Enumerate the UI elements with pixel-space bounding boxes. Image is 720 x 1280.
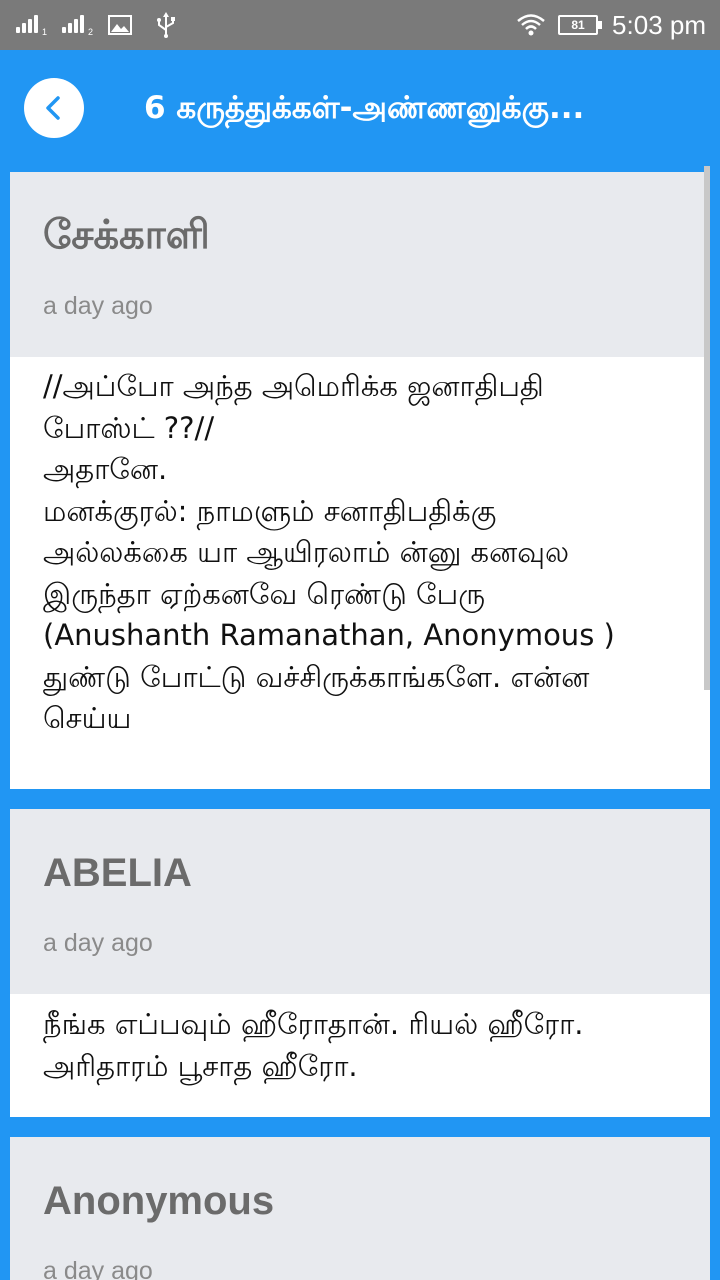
comment-card: Anonymous a day ago xyxy=(10,1137,710,1280)
signal-sim-label: 2 xyxy=(88,27,94,37)
comment-author: ABELIA xyxy=(43,851,192,895)
comment-card: சேக்காளி a day ago //அப்போ அந்த அமெரிக்க… xyxy=(10,172,710,789)
comment-time: a day ago xyxy=(43,929,153,957)
comments-list[interactable]: சேக்காளி a day ago //அப்போ அந்த அமெரிக்க… xyxy=(0,162,720,1280)
comment-header: சேக்காளி a day ago xyxy=(10,172,710,357)
scrollbar[interactable] xyxy=(704,166,710,690)
status-right: 81 5:03 pm xyxy=(516,8,706,42)
status-time: 5:03 pm xyxy=(612,9,706,40)
comment-author: சேக்காளி xyxy=(43,212,210,258)
comment-time: a day ago xyxy=(43,1257,153,1280)
signal-sim-label: 1 xyxy=(42,27,48,37)
wifi-icon xyxy=(517,14,545,36)
comment-text: //அப்போ அந்த அமெரிக்க ஜனாதிபதி போஸ்ட் ??… xyxy=(43,369,615,735)
status-bar: 1 2 81 5:03 pm xyxy=(0,0,720,50)
comment-header: ABELIA a day ago xyxy=(10,809,710,994)
gallery-icon xyxy=(108,15,132,35)
comment-text: நீங்க எப்பவும் ஹீரோதான். ரியல் ஹீரோ. அரி… xyxy=(43,1007,584,1083)
usb-icon xyxy=(157,12,175,38)
comment-header: Anonymous a day ago xyxy=(10,1137,710,1280)
page-title: 6 கருத்துக்கள்-அண்ணனுக்கு... xyxy=(144,90,585,126)
status-left: 1 2 xyxy=(16,10,178,40)
back-button[interactable] xyxy=(24,78,84,138)
comment-author: Anonymous xyxy=(43,1179,275,1223)
comment-card: ABELIA a day ago நீங்க எப்பவும் ஹீரோதான்… xyxy=(10,809,710,1117)
battery-level: 81 xyxy=(571,18,585,32)
signal-icon: 2 xyxy=(62,13,98,37)
chevron-left-icon xyxy=(46,96,60,120)
signal-icon: 1 xyxy=(16,13,52,37)
battery-icon: 81 xyxy=(558,15,603,35)
app-bar: 6 கருத்துக்கள்-அண்ணனுக்கு... xyxy=(0,50,720,162)
comment-time: a day ago xyxy=(43,292,153,320)
